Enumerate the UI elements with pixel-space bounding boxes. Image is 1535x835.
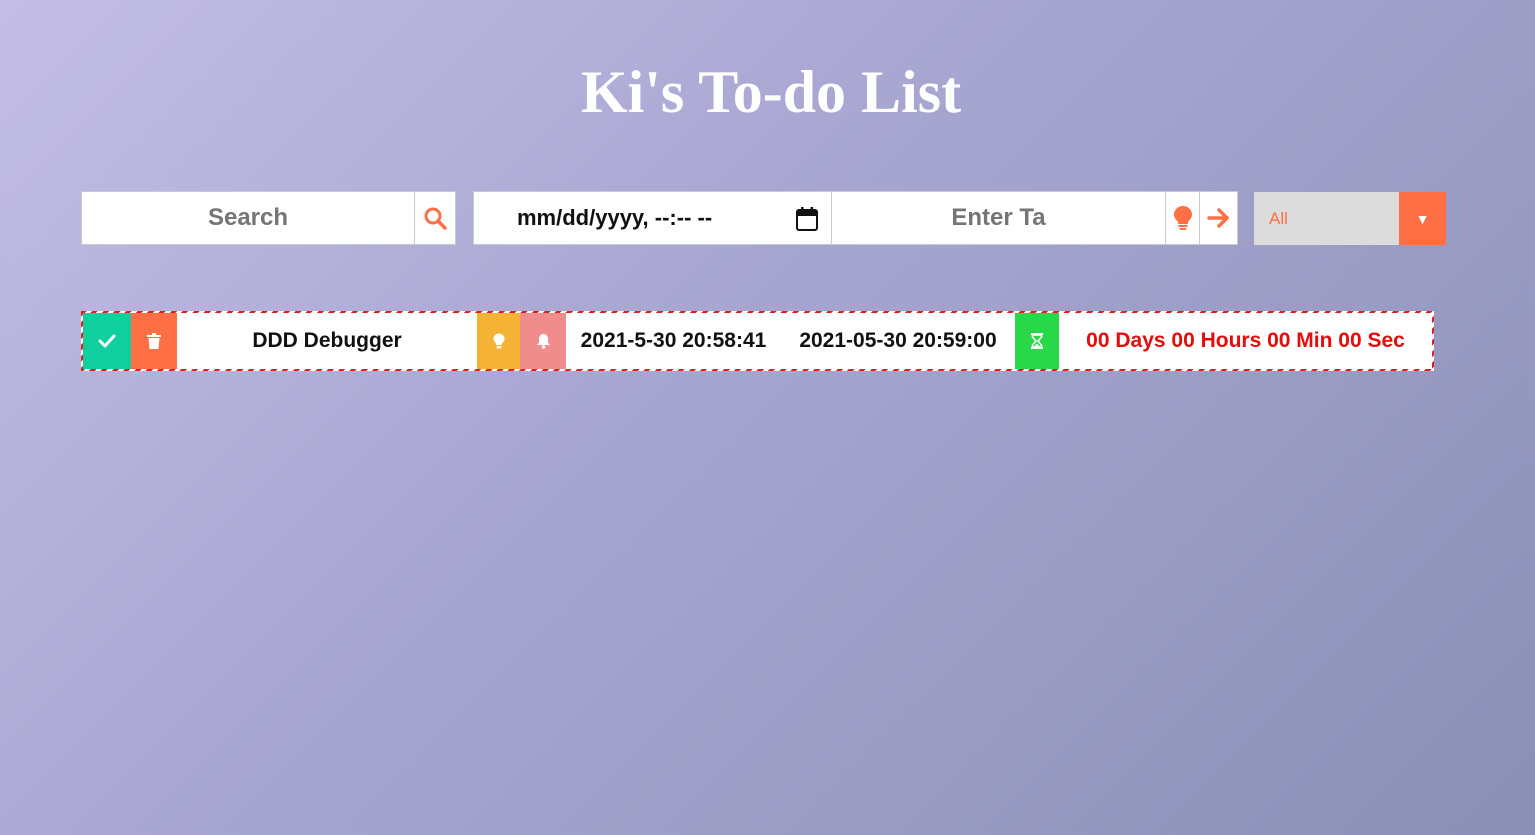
check-icon [98,334,116,348]
filter-select[interactable]: All [1254,192,1400,245]
countdown-timer: 00 Days 00 Hours 00 Min 00 Sec [1086,329,1405,352]
task-input[interactable]: Enter Ta [831,191,1166,245]
search-input[interactable]: Search [81,191,415,245]
task-placeholder: Enter Ta [951,204,1046,231]
timer-button[interactable] [1015,313,1059,369]
add-task-button[interactable] [1199,191,1238,245]
search-icon [424,207,447,230]
filter-dropdown-button[interactable]: ▼ [1399,192,1446,245]
todo-item: DDD Debugger 2021-5-30 20:58:41 2021-05-… [81,311,1434,371]
hourglass-icon [1031,333,1043,349]
reminder-button[interactable] [520,313,566,369]
search-button[interactable] [414,191,456,245]
filter-selected-value: All [1269,208,1288,228]
due-datetime-input[interactable]: mm/dd/yyyy, --:-- -- [473,191,832,245]
priority-button[interactable] [477,313,520,369]
page-title: Ki's To-do List [580,59,962,125]
datetime-placeholder: mm/dd/yyyy, --:-- -- [517,205,713,230]
arrow-right-icon [1206,208,1229,228]
chevron-down-icon: ▼ [1415,210,1430,227]
created-timestamp: 2021-5-30 20:58:41 [580,329,767,352]
bell-icon [536,334,550,349]
complete-button[interactable] [83,313,131,369]
trash-icon [147,333,161,349]
lightbulb-icon [1173,206,1192,230]
search-placeholder: Search [207,204,289,231]
due-timestamp: 2021-05-30 20:59:00 [799,329,997,352]
priority-toggle-button[interactable] [1165,191,1200,245]
calendar-icon[interactable] [795,206,819,232]
delete-button[interactable] [131,313,177,369]
todo-text: DDD Debugger [252,329,402,352]
lightbulb-icon [493,333,504,349]
